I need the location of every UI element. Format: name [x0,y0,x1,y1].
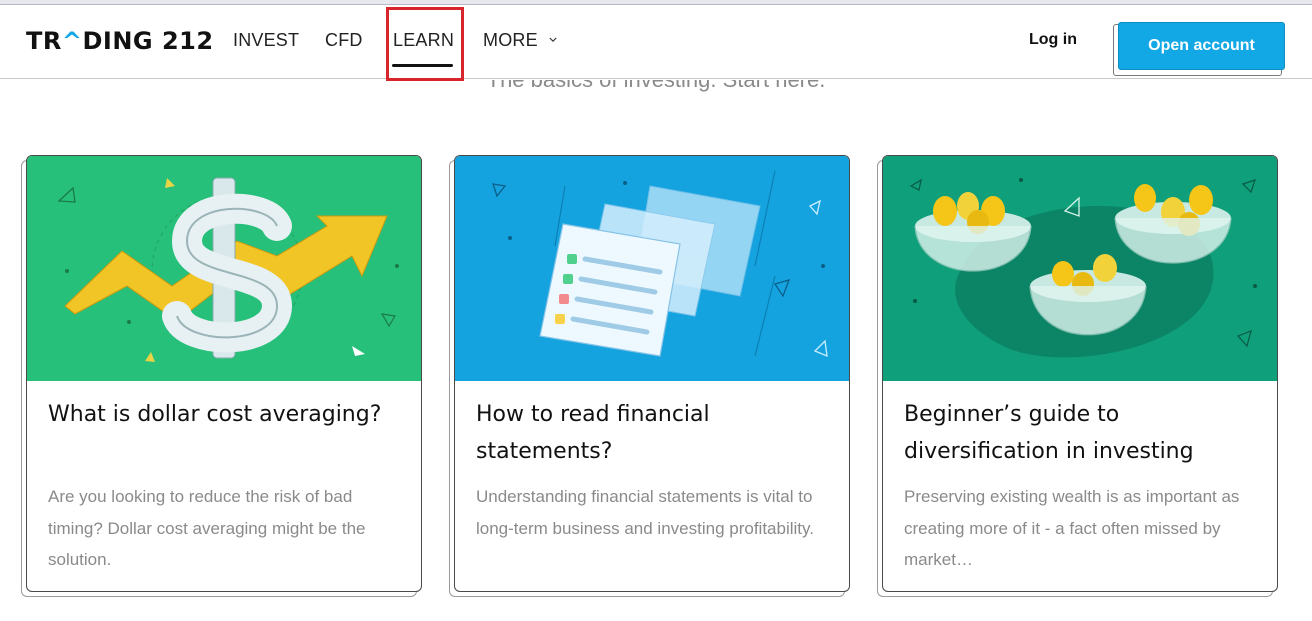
trading212-logo[interactable]: TR^DING 212 [26,27,214,55]
financial-statements-illustration [455,156,849,381]
page-subtitle: The basics of investing. Start here. [0,80,1312,93]
article-card-dollar-cost-averaging[interactable]: What is dollar cost averaging? Are you l… [26,155,422,592]
card-title[interactable]: What is dollar cost averaging? [48,396,408,433]
article-card-diversification[interactable]: Beginner’s guide to diversification in i… [882,155,1278,592]
card-description: Understanding financial statements is vi… [476,487,814,538]
learn-highlight-box [386,7,464,81]
card-description: Preserving existing wealth is as importa… [904,487,1240,569]
login-link[interactable]: Log in [1029,31,1077,49]
card-title[interactable]: How to read financial statements? [476,396,836,470]
nav-invest[interactable]: INVEST [233,30,299,51]
chevron-down-icon[interactable] [549,36,557,44]
nav-cfd[interactable]: CFD [325,30,363,51]
coin-bowls-illustration [883,156,1277,381]
card-title[interactable]: Beginner’s guide to diversification in i… [904,396,1264,470]
card-description: Are you looking to reduce the risk of ba… [48,487,366,569]
article-card-financial-statements[interactable]: How to read financial statements? Unders… [454,155,850,592]
site-header: TR^DING 212 INVEST CFD LEARN MORE Log in… [0,5,1312,79]
logo-caret: ^ [61,27,83,55]
subtitle-clip: The basics of investing. Start here. [0,80,1312,96]
nav-more[interactable]: MORE [483,30,538,51]
dollar-sign-arrow-illustration [27,156,421,381]
open-account-button[interactable]: Open account [1118,22,1285,70]
